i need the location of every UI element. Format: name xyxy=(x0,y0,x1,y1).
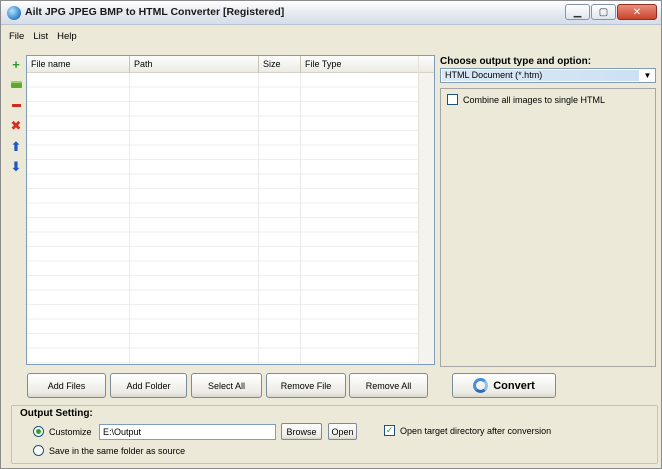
same-folder-radio[interactable] xyxy=(33,445,44,456)
add-folder-button[interactable]: Add Folder xyxy=(110,373,187,398)
options-panel: Combine all images to single HTML xyxy=(440,88,656,367)
combine-option[interactable]: Combine all images to single HTML xyxy=(447,94,605,105)
combine-label: Combine all images to single HTML xyxy=(463,94,606,105)
vertical-scrollbar[interactable] xyxy=(418,56,434,364)
open-button[interactable]: Open xyxy=(328,423,357,440)
combine-checkbox[interactable] xyxy=(447,94,458,105)
file-list-header: File name Path Size File Type xyxy=(27,56,419,73)
menu-help[interactable]: Help xyxy=(57,31,77,42)
output-type-label: Choose output type and option: xyxy=(440,56,592,67)
convert-label: Convert xyxy=(493,379,535,392)
column-size[interactable]: Size xyxy=(259,56,301,73)
convert-button[interactable]: Convert xyxy=(452,373,556,398)
move-up-icon[interactable]: ⬆ xyxy=(8,138,24,154)
move-down-icon[interactable]: ⬇ xyxy=(8,159,24,175)
window-title: Ailt JPG JPEG BMP to HTML Converter [Reg… xyxy=(25,6,285,18)
close-button[interactable]: ✕ xyxy=(617,4,657,20)
column-file-type[interactable]: File Type xyxy=(301,56,419,73)
app-icon xyxy=(7,6,21,20)
chevron-down-icon[interactable]: ▼ xyxy=(640,69,655,82)
side-toolbar: + ✖ ⬆ ⬇ xyxy=(8,56,24,179)
output-type-value: HTML Document (*.htm) xyxy=(442,70,639,81)
remove-file-button[interactable]: Remove File xyxy=(266,373,346,398)
delete-icon[interactable]: ✖ xyxy=(8,118,24,134)
add-file-icon[interactable]: + xyxy=(8,56,24,72)
window-controls: ▁ ▢ ✕ xyxy=(565,4,657,20)
same-folder-label: Save in the same folder as source xyxy=(49,445,186,456)
menu-list[interactable]: List xyxy=(33,31,48,42)
browse-button[interactable]: Browse xyxy=(281,423,322,440)
output-setting-title: Output Setting: xyxy=(19,408,94,419)
menu-file[interactable]: File xyxy=(9,31,24,42)
refresh-icon xyxy=(473,378,489,393)
file-list[interactable]: File name Path Size File Type xyxy=(26,55,435,365)
output-path-input[interactable]: E:\Output xyxy=(99,424,276,440)
select-all-button[interactable]: Select All xyxy=(191,373,262,398)
same-folder-option[interactable]: Save in the same folder as source xyxy=(33,445,185,456)
column-file-name[interactable]: File name xyxy=(27,56,130,73)
output-type-select[interactable]: HTML Document (*.htm) ▼ xyxy=(440,68,656,83)
add-files-button[interactable]: Add Files xyxy=(27,373,106,398)
customize-option[interactable]: Customize xyxy=(33,426,92,437)
file-list-rows[interactable] xyxy=(27,73,419,364)
maximize-button[interactable]: ▢ xyxy=(591,4,616,20)
open-target-label: Open target directory after conversion xyxy=(400,425,552,436)
open-target-option[interactable]: ✓ Open target directory after conversion xyxy=(384,425,551,436)
title-bar[interactable]: Ailt JPG JPEG BMP to HTML Converter [Reg… xyxy=(1,1,661,25)
remove-icon[interactable] xyxy=(8,97,24,113)
column-path[interactable]: Path xyxy=(130,56,259,73)
add-folder-icon[interactable] xyxy=(8,77,24,93)
minimize-button[interactable]: ▁ xyxy=(565,4,590,20)
open-target-checkbox[interactable]: ✓ xyxy=(384,425,395,436)
menu-bar: File List Help xyxy=(1,26,661,46)
customize-radio[interactable] xyxy=(33,426,44,437)
app-window: Ailt JPG JPEG BMP to HTML Converter [Reg… xyxy=(0,0,662,469)
remove-all-button[interactable]: Remove All xyxy=(349,373,428,398)
customize-label: Customize xyxy=(49,426,92,437)
